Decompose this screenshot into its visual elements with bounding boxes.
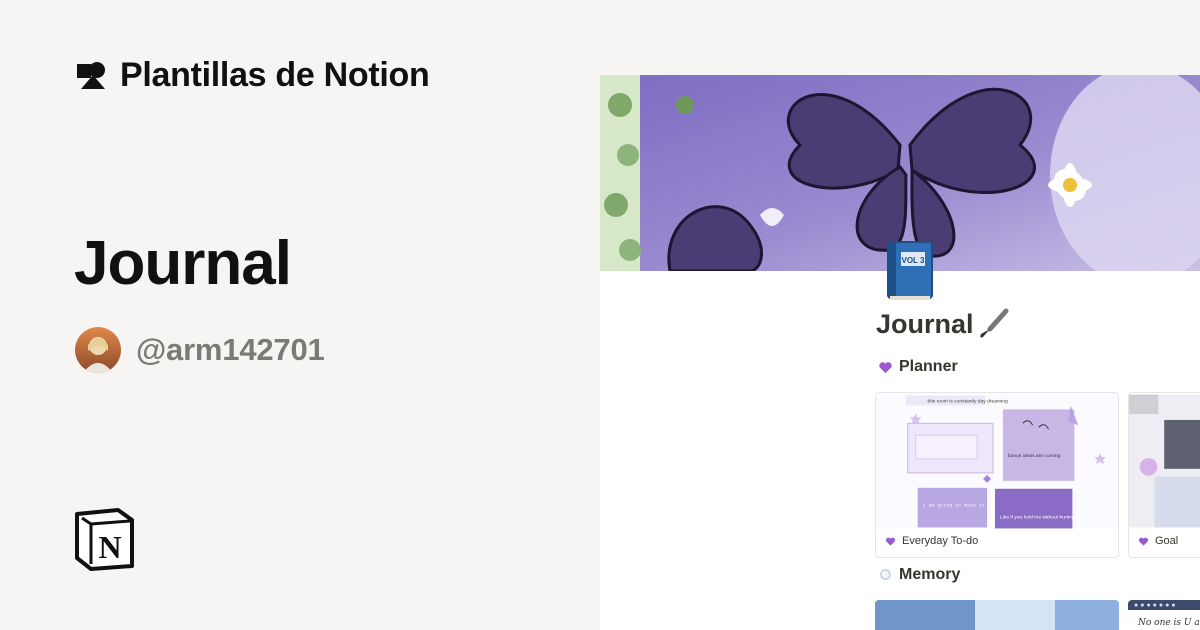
card-label: Goal: [1155, 535, 1179, 547]
purple-heart-icon: [1138, 537, 1149, 546]
blue-book-icon: VOL 3: [887, 241, 933, 300]
section-label: Memory: [899, 566, 961, 583]
card-caption: Everyday To-do: [885, 535, 978, 547]
notion-logo: N: [75, 508, 134, 571]
page-title-text: Journal: [876, 308, 974, 339]
bubble-icon: [880, 568, 891, 580]
notion-shapes-icon: [77, 62, 105, 89]
author-handle: @arm142701: [136, 332, 325, 367]
gallery-card-memory-2[interactable]: ●●●●●●● No one is U and: [1128, 600, 1200, 630]
paintbrush-icon: [979, 308, 1009, 338]
svg-text:VOL 3: VOL 3: [902, 256, 926, 265]
svg-text:bonus ideas are coming: bonus ideas are coming: [1008, 453, 1061, 459]
section-planner-header: Planner: [878, 358, 958, 376]
section-memory-header: Memory: [878, 566, 960, 584]
section-label: Planner: [899, 358, 958, 375]
svg-text:N: N: [98, 529, 121, 565]
card-caption: Goal: [1138, 535, 1178, 547]
card-thumbnail-text: No one is U and: [1138, 618, 1200, 628]
card-label: Everyday To-do: [902, 535, 979, 547]
author[interactable]: @arm142701: [75, 327, 325, 373]
purple-heart-icon: [885, 537, 896, 546]
brand-name: Plantillas de Notion: [120, 56, 430, 94]
svg-text:Like if you hold me without hu: Like if you hold me without hurting me: [1000, 515, 1083, 521]
page-preview[interactable]: VOL 3 Journal Planner this room is const…: [600, 75, 1200, 630]
gallery-card-goal[interactable]: Goal: [1128, 392, 1200, 558]
card-thumbnail: [1129, 394, 1200, 528]
author-avatar: [75, 327, 121, 373]
gallery-card-everyday-todo[interactable]: this room is constantly day dreaming bon…: [875, 392, 1119, 558]
card-dots: ●●●●●●●: [1134, 602, 1178, 609]
page-title: Journal: [876, 307, 1010, 341]
brand-header[interactable]: Plantillas de Notion: [75, 56, 430, 95]
gallery-card-memory-1[interactable]: [875, 600, 1119, 630]
template-title: Journal: [74, 229, 292, 298]
svg-text:this room is constantly day dr: this room is constantly day dreaming: [928, 398, 1008, 404]
purple-heart-icon: [879, 361, 892, 373]
card-thumbnail: this room is constantly day dreaming bon…: [876, 393, 1118, 529]
card-thumbnail: [875, 600, 1119, 630]
